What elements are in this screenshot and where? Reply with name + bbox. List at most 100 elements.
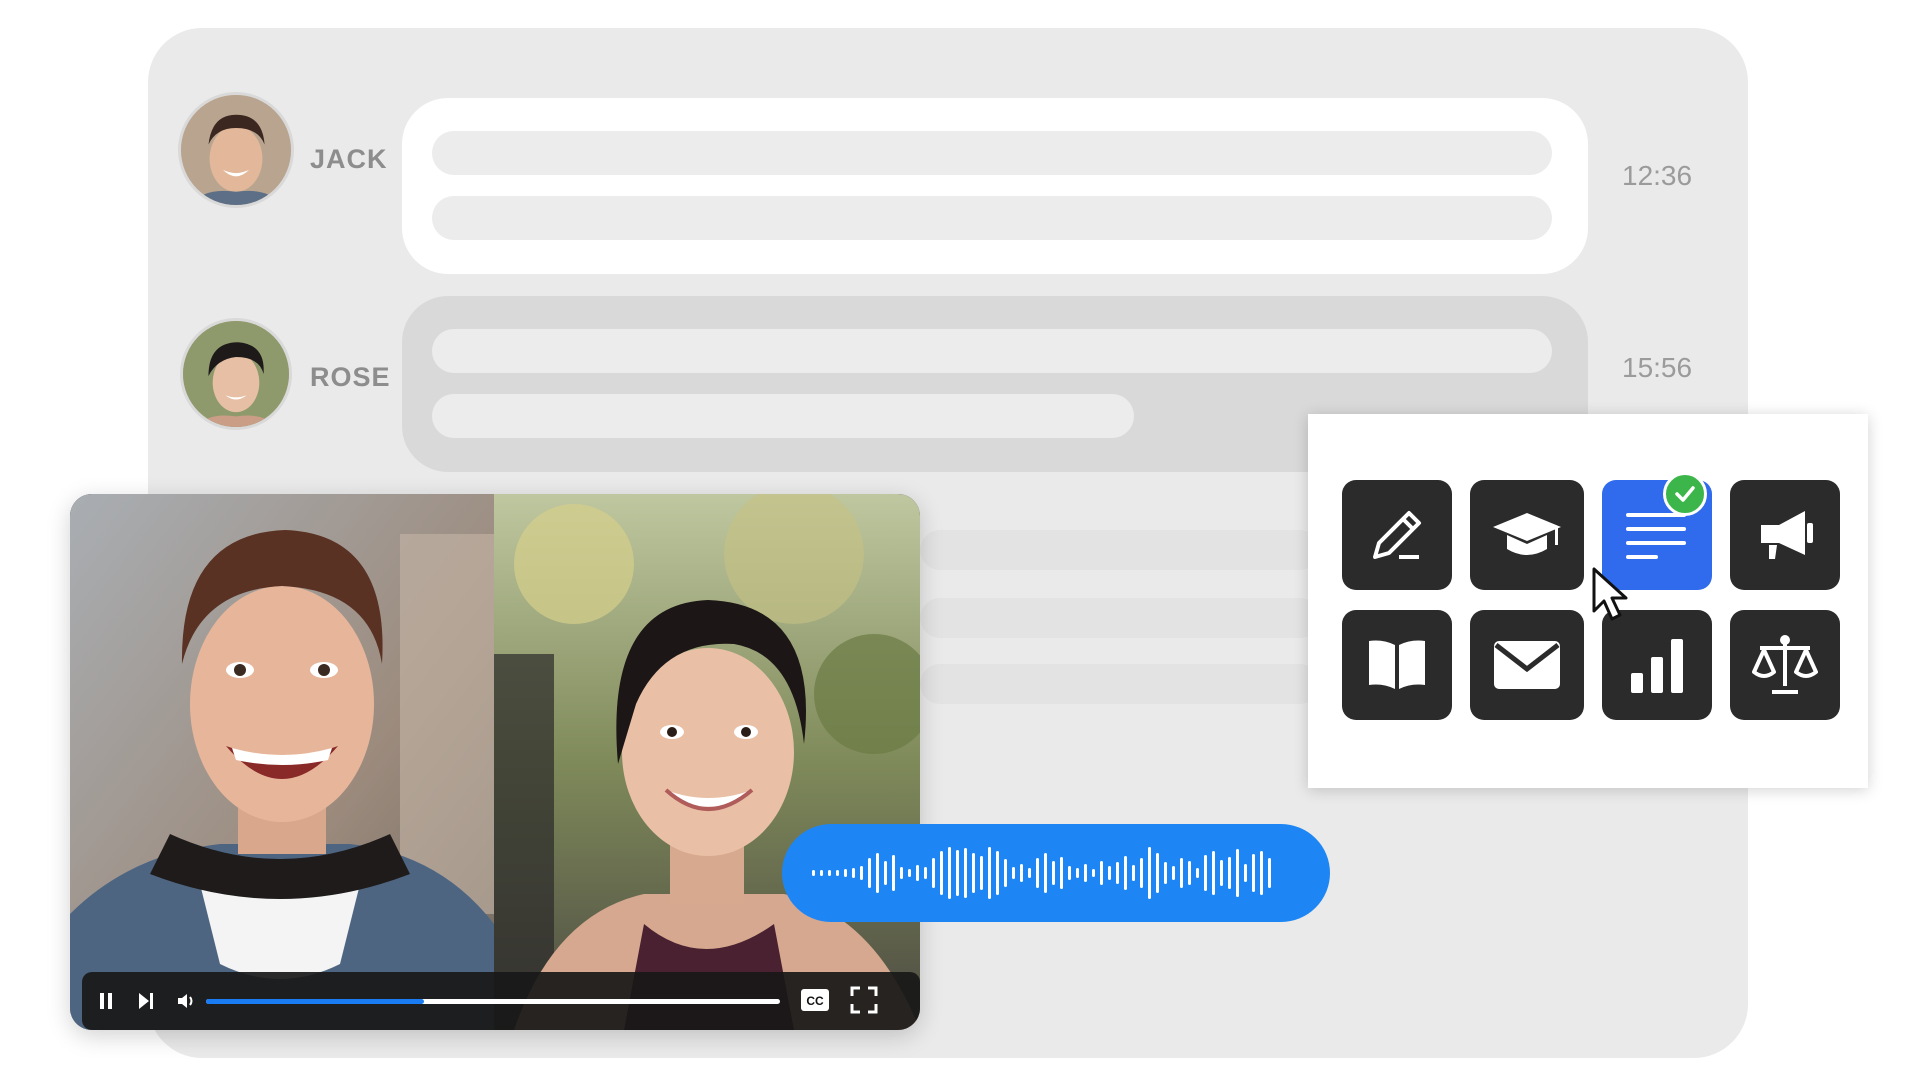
template-announcement[interactable]	[1730, 480, 1840, 590]
waveform-bar	[916, 865, 919, 881]
pause-icon[interactable]	[96, 990, 116, 1012]
text-placeholder-line	[432, 394, 1134, 438]
message-time-rose: 15:56	[1622, 352, 1693, 383]
waveform-bar	[900, 867, 903, 879]
waveform-bar	[892, 855, 895, 891]
waveform-bar	[1148, 847, 1151, 899]
waveform-bar	[980, 856, 983, 890]
waveform-bar	[876, 853, 879, 893]
waveform-bar	[1180, 858, 1183, 888]
text-placeholder-line	[920, 664, 1320, 704]
waveform-bar	[1204, 855, 1207, 891]
waveform-bar	[1268, 858, 1271, 888]
waveform-bar	[996, 851, 999, 895]
audio-waveform	[812, 847, 1271, 899]
waveform-bar	[828, 870, 831, 876]
mouse-cursor-icon	[1590, 567, 1638, 634]
check-icon	[1663, 472, 1707, 516]
fullscreen-icon[interactable]	[850, 986, 878, 1014]
waveform-bar	[932, 858, 935, 888]
waveform-bar	[1052, 861, 1055, 885]
waveform-bar	[884, 861, 887, 885]
waveform-bar	[1252, 854, 1255, 892]
waveform-bar	[820, 870, 823, 876]
megaphone-icon	[1761, 511, 1813, 559]
template-email[interactable]	[1470, 610, 1584, 720]
waveform-bar	[852, 868, 855, 878]
waveform-bar	[988, 847, 991, 899]
waveform-bar	[924, 867, 927, 879]
template-book[interactable]	[1342, 610, 1452, 720]
envelope-icon	[1494, 641, 1560, 689]
video-progress-bar[interactable]	[206, 999, 780, 1004]
waveform-bar	[1060, 857, 1063, 889]
text-placeholder-line	[432, 131, 1552, 175]
waveform-bar	[1228, 857, 1231, 889]
waveform-bar	[1124, 856, 1127, 890]
captions-button[interactable]: CC	[800, 988, 830, 1011]
waveform-bar	[812, 870, 815, 876]
waveform-bar	[868, 858, 871, 888]
waveform-bar	[1188, 861, 1191, 885]
waveform-bar	[836, 870, 839, 876]
waveform-bar	[1172, 866, 1175, 880]
svg-text:CC: CC	[806, 994, 824, 1008]
waveform-bar	[1100, 861, 1103, 885]
waveform-bar	[1036, 858, 1039, 888]
waveform-bar	[972, 853, 975, 893]
message-bubble-jack[interactable]	[402, 98, 1588, 274]
waveform-bar	[1212, 851, 1215, 895]
waveform-bar	[1164, 862, 1167, 884]
waveform-bar	[1260, 851, 1263, 895]
waveform-bar	[1004, 859, 1007, 887]
message-time-jack: 12:36	[1622, 160, 1693, 191]
waveform-bar	[1108, 866, 1111, 880]
video-tile-jack	[70, 494, 494, 1030]
waveform-bar	[1220, 860, 1223, 886]
waveform-bar	[940, 851, 943, 895]
waveform-bar	[1236, 849, 1239, 897]
waveform-bar	[1156, 853, 1159, 893]
text-placeholder-line	[920, 530, 1320, 570]
video-progress-fill	[206, 999, 425, 1004]
scales-icon	[1752, 635, 1818, 694]
video-control-bar: CC	[82, 972, 920, 1030]
sender-name-rose: ROSE	[310, 362, 391, 392]
sender-name-jack: JACK	[310, 144, 388, 174]
text-placeholder-line	[432, 329, 1552, 373]
waveform-bar	[1044, 853, 1047, 893]
waveform-bar	[1028, 868, 1031, 878]
waveform-bar	[1076, 868, 1079, 878]
waveform-bar	[1116, 862, 1119, 884]
waveform-bar	[1196, 868, 1199, 878]
waveform-bar	[860, 866, 863, 880]
waveform-bar	[1068, 866, 1071, 880]
avatar-rose[interactable]	[180, 318, 292, 430]
skip-next-icon[interactable]	[136, 990, 156, 1012]
waveform-bar	[964, 848, 967, 898]
bar-chart-icon	[1631, 639, 1683, 693]
text-placeholder-line	[432, 196, 1552, 240]
voice-message[interactable]	[782, 824, 1330, 922]
graduation-cap-icon	[1493, 513, 1561, 555]
avatar-jack[interactable]	[178, 92, 294, 208]
template-picker	[1308, 414, 1868, 788]
volume-icon[interactable]	[176, 990, 198, 1012]
waveform-bar	[1140, 858, 1143, 888]
waveform-bar	[1132, 865, 1135, 881]
template-legal[interactable]	[1730, 610, 1840, 720]
open-book-icon	[1369, 640, 1425, 689]
pencil-icon	[1373, 511, 1421, 559]
waveform-bar	[956, 850, 959, 896]
waveform-bar	[1084, 864, 1087, 882]
waveform-bar	[1012, 867, 1015, 879]
waveform-bar	[1092, 869, 1095, 877]
text-placeholder-line	[920, 598, 1320, 638]
waveform-bar	[844, 869, 847, 877]
template-pencil[interactable]	[1342, 480, 1452, 590]
video-call-player[interactable]: CC	[70, 494, 920, 1030]
waveform-bar	[1020, 864, 1023, 882]
waveform-bar	[1244, 864, 1247, 882]
template-education[interactable]	[1470, 480, 1584, 590]
video-tile-rose	[494, 494, 920, 1030]
